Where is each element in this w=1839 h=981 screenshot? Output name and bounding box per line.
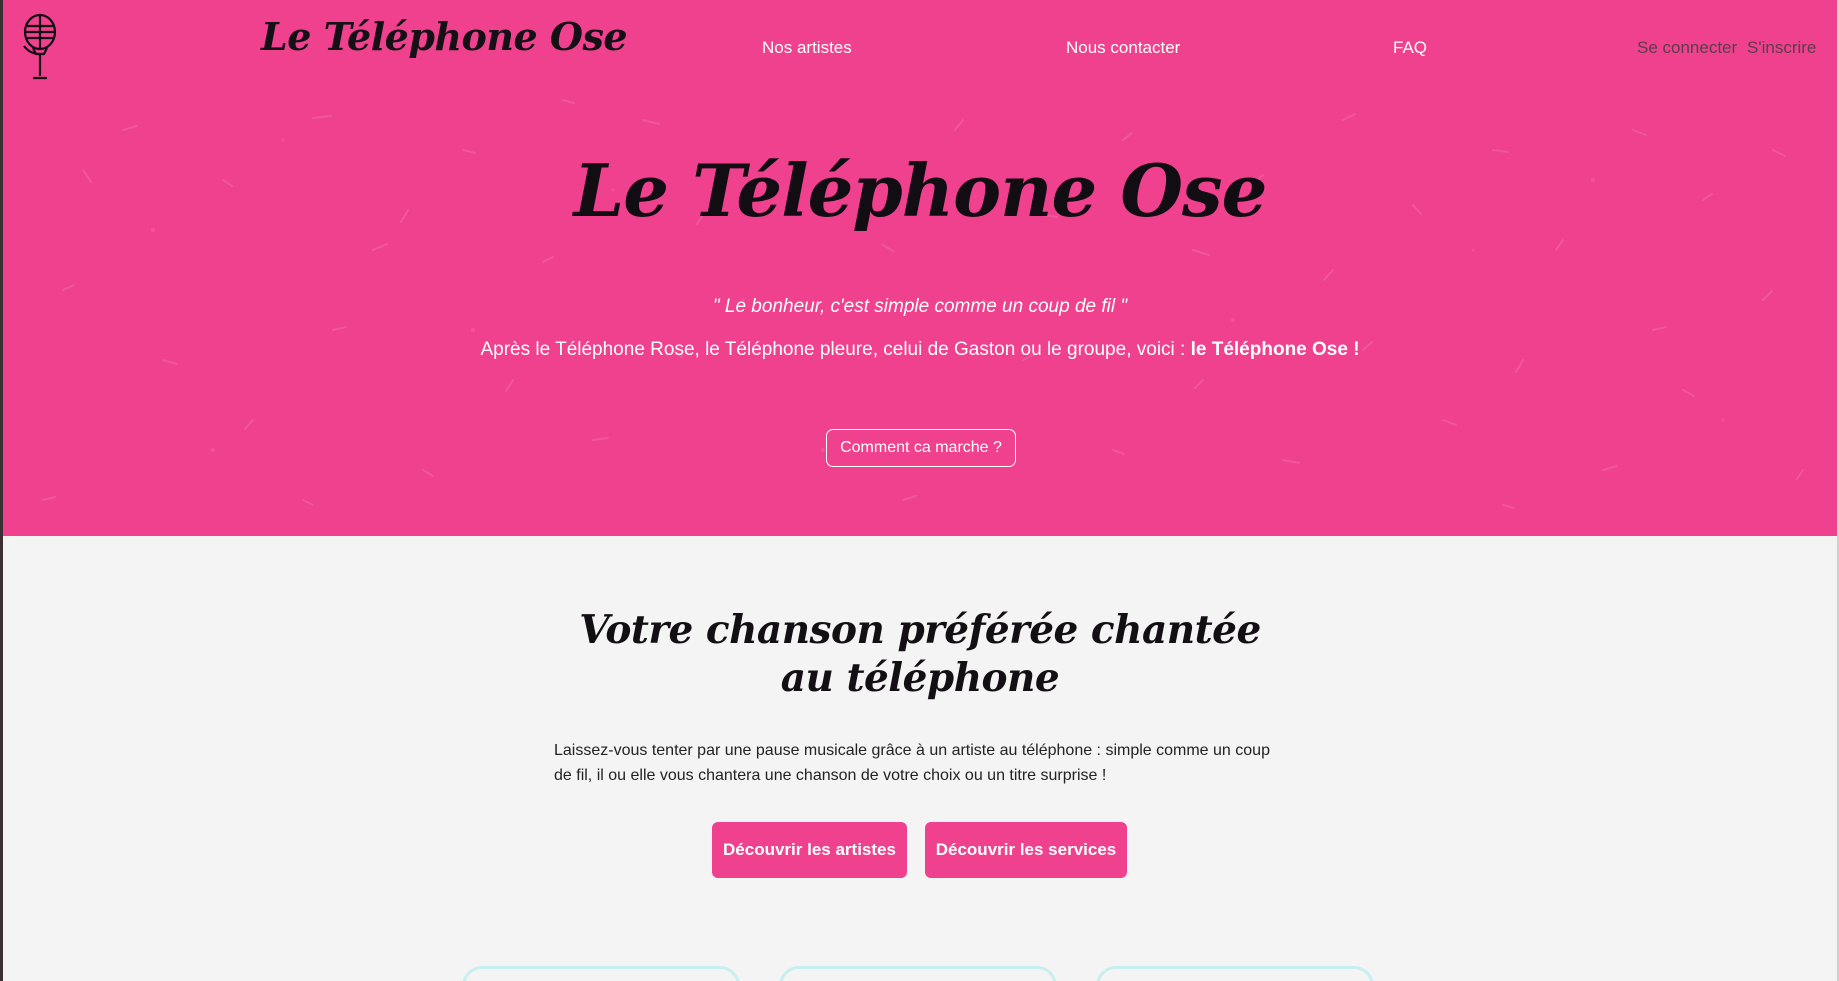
hero-intro-text: Après le Téléphone Rose, le Téléphone pl… [480, 339, 1191, 360]
hero-intro: Après le Téléphone Rose, le Téléphone pl… [3, 339, 1837, 361]
login-link[interactable]: Se connecter [1637, 38, 1737, 58]
nav-link-artistes[interactable]: Nos artistes [762, 38, 852, 58]
nav-link-contact[interactable]: Nous contacter [1066, 38, 1180, 58]
how-it-works-button[interactable]: Comment ca marche ? [826, 429, 1016, 467]
section-description: Laissez-vous tenter par une pause musica… [554, 742, 1270, 784]
register-link[interactable]: S'inscrire [1747, 38, 1816, 58]
discover-artists-button[interactable]: Découvrir les artistes [712, 822, 907, 878]
hero-banner: Le Téléphone Ose Nos artistes Nous conta… [3, 0, 1837, 536]
hero-intro-highlight: le Téléphone Ose ! [1190, 339, 1360, 360]
hero-quote: " Le bonheur, c'est simple comme un coup… [712, 296, 1128, 317]
top-navbar: Le Téléphone Ose Nos artistes Nous conta… [3, 0, 1837, 95]
brand-logo-text[interactable]: Le Téléphone Ose [261, 14, 628, 59]
feature-card [1096, 966, 1374, 981]
hero-title: Le Téléphone Ose [573, 148, 1268, 233]
nav-link-faq[interactable]: FAQ [1393, 38, 1427, 58]
discover-services-button[interactable]: Découvrir les services [925, 822, 1127, 878]
microphone-icon[interactable] [18, 12, 62, 84]
feature-card [779, 966, 1057, 981]
feature-card [462, 966, 740, 981]
section-title: Votre chanson préférée chantée au téléph… [579, 607, 1261, 701]
window-left-border [0, 0, 3, 981]
